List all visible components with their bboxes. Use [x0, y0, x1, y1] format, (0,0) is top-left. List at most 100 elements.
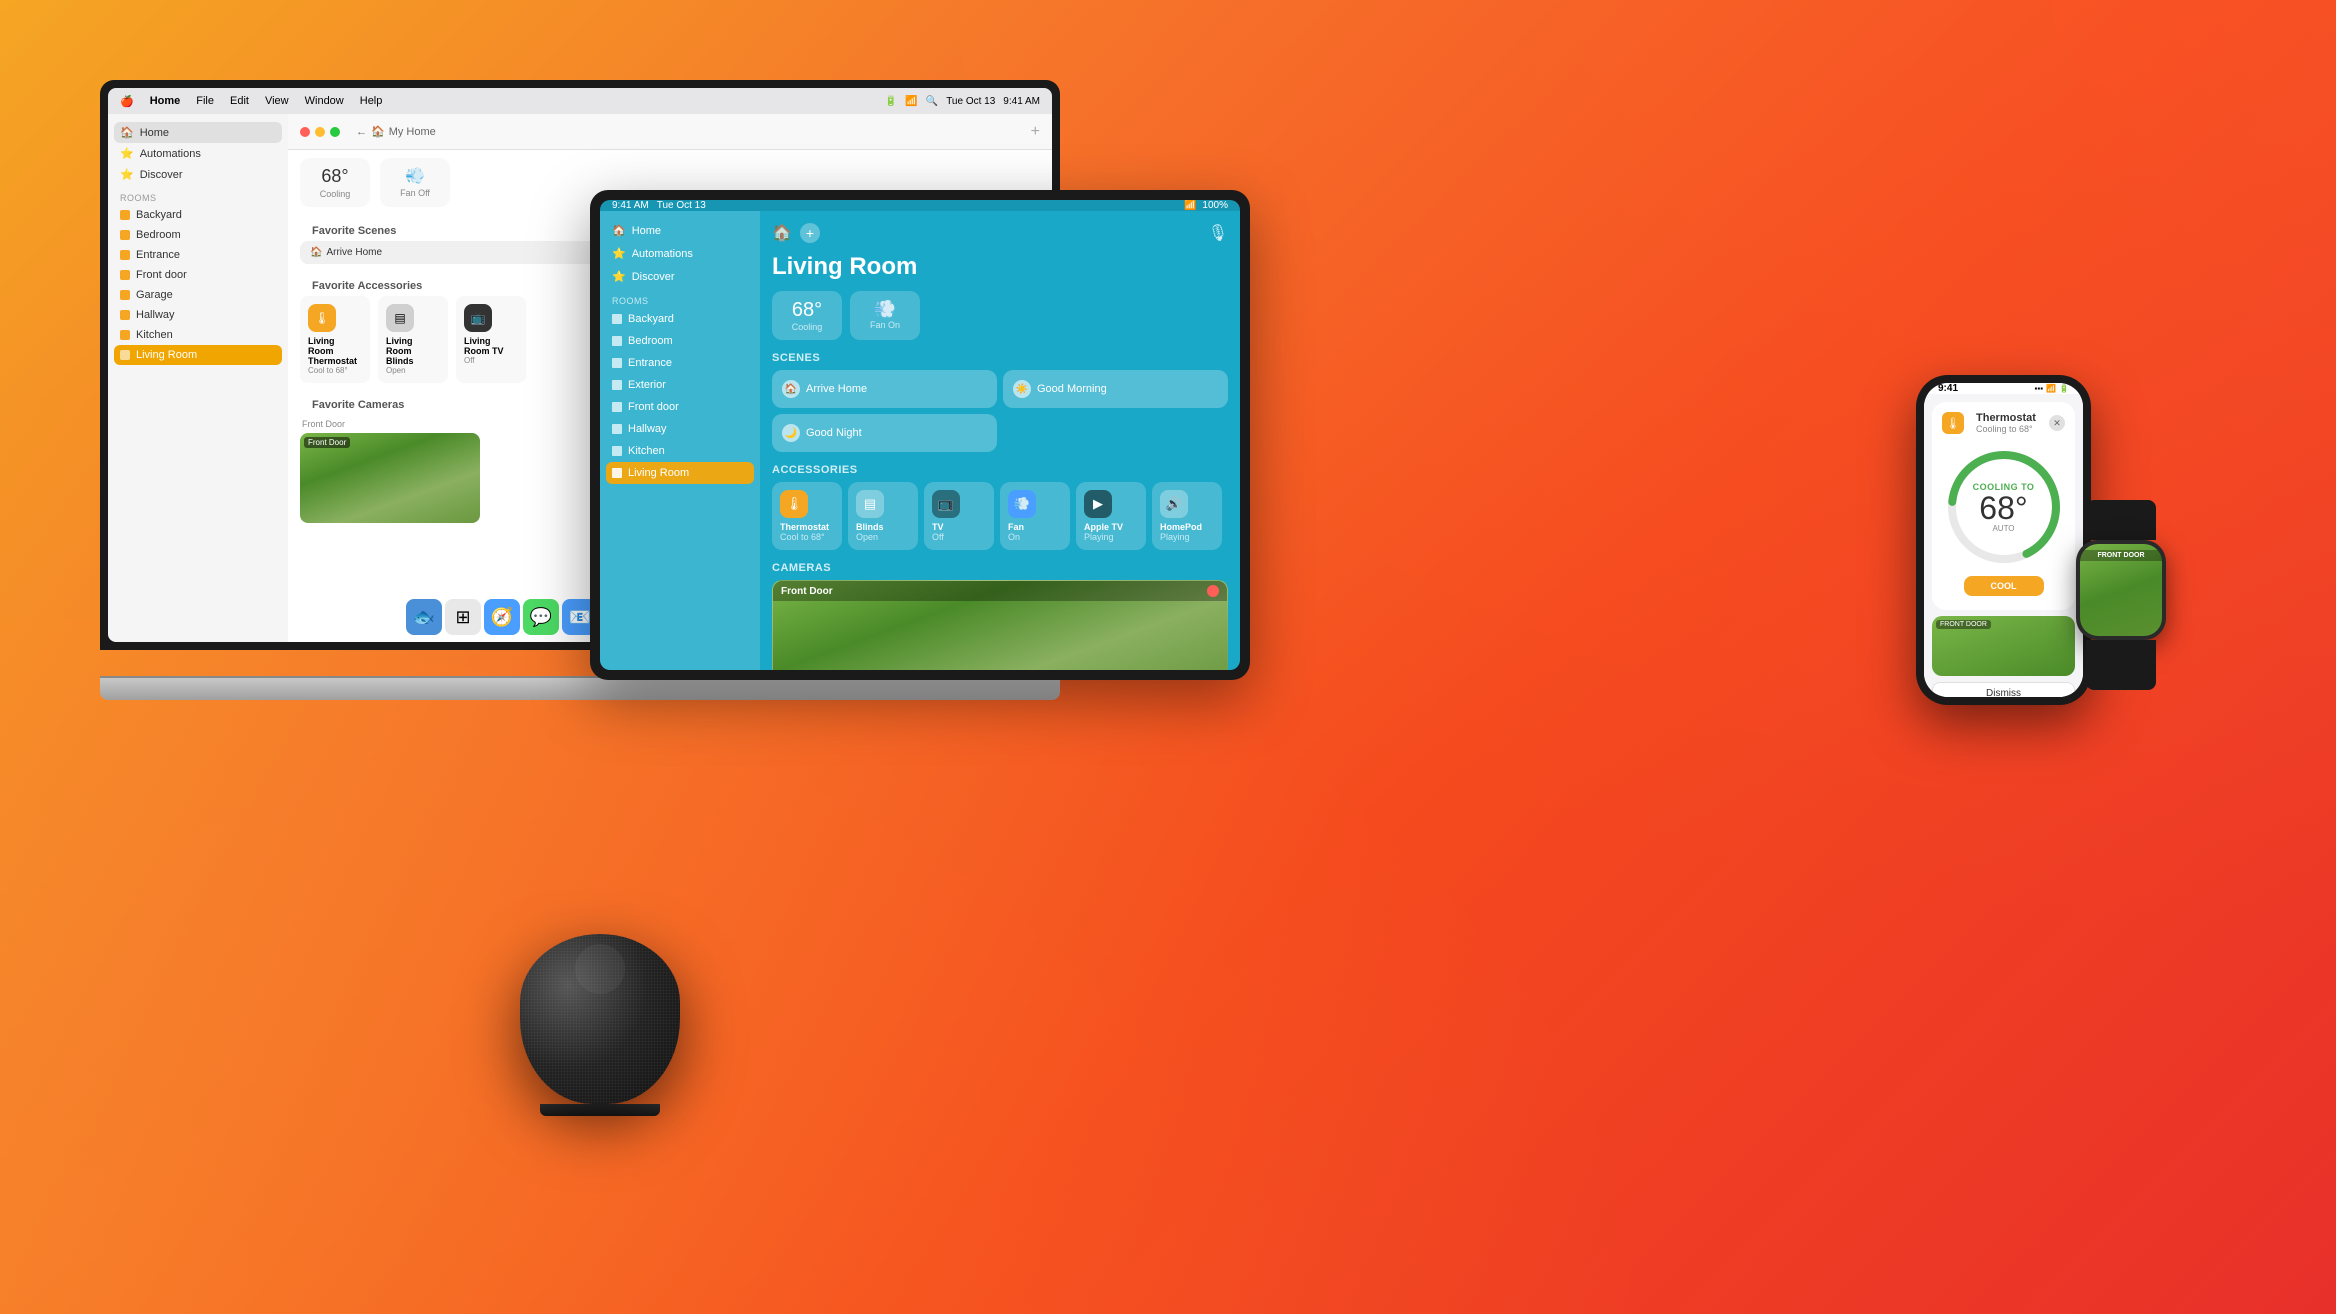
mac-menu-edit[interactable]: Edit: [230, 95, 249, 107]
arrive-home-icon: 🏠: [310, 247, 322, 258]
ipad-temperature: 68°: [784, 299, 830, 322]
ipad-room-livingroom[interactable]: Living Room: [606, 462, 754, 484]
ipad-room-icon-hallway: [612, 424, 622, 434]
sidebar-item-automations[interactable]: ⭐ Automations: [108, 143, 288, 164]
ipad-camera-header: Front Door: [773, 581, 1227, 601]
sidebar-item-discover[interactable]: ⭐ Discover: [108, 164, 288, 185]
mac-acc-thermostat[interactable]: 🌡 Living Room Thermostat Cool to 68°: [300, 296, 370, 383]
ipad-acc-blinds[interactable]: ▤ Blinds Open: [848, 482, 918, 550]
ipad-room-frontdoor[interactable]: Front door: [600, 396, 760, 418]
sidebar-room-livingroom[interactable]: Living Room: [114, 345, 282, 365]
mac-acc-blinds[interactable]: ▤ Living Room Blinds Open: [378, 296, 448, 383]
thermostat-icon: 🌡: [308, 304, 336, 332]
mac-menu-file[interactable]: File: [196, 95, 214, 107]
ipad-scene-good-night[interactable]: 🌙 Good Night: [772, 414, 997, 452]
sidebar-room-backyard[interactable]: Backyard: [108, 205, 288, 225]
mac-menu-view[interactable]: View: [265, 95, 289, 107]
sidebar-room-kitchen[interactable]: Kitchen: [108, 325, 288, 345]
mac-menu-window[interactable]: Window: [305, 95, 344, 107]
cool-button[interactable]: COOL: [1964, 576, 2044, 596]
discover-icon: ⭐: [120, 168, 134, 181]
mac-toolbar: ← 🏠 My Home +: [288, 114, 1052, 150]
ipad-acc-tv[interactable]: 📺 TV Off: [924, 482, 994, 550]
dock-launchpad[interactable]: ⊞: [445, 599, 481, 635]
thermostat-close-button[interactable]: ✕: [2049, 415, 2065, 431]
iphone-status-right: ▪▪▪ 📶 🔋: [2035, 384, 2069, 393]
ipad-room-icon-entrance: [612, 358, 622, 368]
traffic-lights: [300, 127, 340, 137]
dismiss-button[interactable]: Dismiss: [1932, 682, 2075, 697]
ipad-sidebar: 🏠 Home ⭐ Automations ⭐ Discover Rooms: [600, 211, 760, 670]
iphone-time: 9:41: [1938, 383, 1958, 394]
sidebar-room-hallway[interactable]: Hallway: [108, 305, 288, 325]
ipad-sidebar-discover[interactable]: ⭐ Discover: [600, 265, 760, 288]
ipad-room-icon-exterior: [612, 380, 622, 390]
ipad-scene-arrive-home[interactable]: 🏠 Arrive Home: [772, 370, 997, 408]
minimize-button[interactable]: [315, 127, 325, 137]
mac-wifi-icon: 📶: [905, 96, 917, 107]
mac-fan-label: Fan Off: [392, 188, 438, 198]
ipad-date: Tue Oct 13: [657, 200, 706, 211]
apple-watch: FRONT DOOR: [2066, 500, 2176, 700]
homepod-top: [575, 944, 625, 994]
sidebar-room-frontdoor[interactable]: Front door: [108, 265, 288, 285]
ipad-appletv-icon: ▶: [1084, 490, 1112, 518]
mac-app-name[interactable]: Home: [150, 95, 181, 107]
sidebar-room-garage[interactable]: Garage: [108, 285, 288, 305]
ipad-camera-close[interactable]: [1207, 585, 1219, 597]
room-icon-hallway: [120, 310, 130, 320]
ipad-time: 9:41 AM: [612, 200, 649, 211]
ipad-accessories-row: 🌡 Thermostat Cool to 68° ▤ Blinds Open 📺…: [772, 482, 1228, 550]
iphone-battery-icon: 🔋: [2059, 384, 2069, 393]
thermostat-card-subtitle: Cooling to 68°: [1976, 424, 2036, 434]
ipad-frame: 9:41 AM Tue Oct 13 📶 100% 🏠 Home ⭐: [590, 190, 1250, 680]
iphone: 9:41 ▪▪▪ 📶 🔋 🌡 Thermostat: [1916, 375, 2091, 705]
mac-menu-help[interactable]: Help: [360, 95, 383, 107]
ipad-acc-homepod[interactable]: 🔊 HomePod Playing: [1152, 482, 1222, 550]
dock-messages[interactable]: 💬: [523, 599, 559, 635]
mac-menubar: 🍎 Home File Edit View Window Help 🔋 📶 🔍 …: [108, 88, 1052, 114]
arrive-home-dot: 🏠: [782, 380, 800, 398]
ipad-room-kitchen[interactable]: Kitchen: [600, 440, 760, 462]
mac-search-icon[interactable]: 🔍: [926, 96, 938, 107]
room-icon-entrance: [120, 250, 130, 260]
thermostat-card: 🌡 Thermostat Cooling to 68° ✕: [1932, 402, 2075, 610]
sidebar-room-bedroom[interactable]: Bedroom: [108, 225, 288, 245]
ipad-room-hallway[interactable]: Hallway: [600, 418, 760, 440]
ipad-app-area: 🏠 Home ⭐ Automations ⭐ Discover Rooms: [600, 211, 1240, 670]
ipad-add-button[interactable]: +: [800, 223, 820, 243]
ipad-room-entrance[interactable]: Entrance: [600, 352, 760, 374]
ipad-room-backyard[interactable]: Backyard: [600, 308, 760, 330]
ipad-acc-fan[interactable]: 💨 Fan On: [1000, 482, 1070, 550]
ipad-screen: 9:41 AM Tue Oct 13 📶 100% 🏠 Home ⭐: [600, 200, 1240, 670]
sidebar-room-entrance[interactable]: Entrance: [108, 245, 288, 265]
ipad-scene-good-morning[interactable]: ☀️ Good Morning: [1003, 370, 1228, 408]
ipad-acc-appletv[interactable]: ▶ Apple TV Playing: [1076, 482, 1146, 550]
watch-band-top: [2086, 500, 2156, 540]
ipad-acc-thermostat[interactable]: 🌡 Thermostat Cool to 68°: [772, 482, 842, 550]
thermostat-header: 🌡 Thermostat Cooling to 68° ✕: [1942, 412, 2065, 434]
room-icon-livingroom: [120, 350, 130, 360]
dock-safari[interactable]: 🧭: [484, 599, 520, 635]
close-button[interactable]: [300, 127, 310, 137]
watch-screen: FRONT DOOR: [2080, 544, 2162, 636]
ipad-room-icon-bedroom: [612, 336, 622, 346]
dock-finder[interactable]: 🐟: [406, 599, 442, 635]
mac-acc-tv[interactable]: 📺 Living Room TV Off: [456, 296, 526, 383]
ipad-sidebar-home[interactable]: 🏠 Home: [600, 219, 760, 242]
ipad-room-bedroom[interactable]: Bedroom: [600, 330, 760, 352]
ipad-tv-icon: 📺: [932, 490, 960, 518]
ipad-mic-icon[interactable]: 🎙: [1208, 223, 1228, 243]
ipad-room-exterior[interactable]: Exterior: [600, 374, 760, 396]
thermostat-temp-display: COOLING TO 68° AUTO: [1973, 482, 2035, 533]
sidebar-item-home[interactable]: 🏠 Home: [114, 122, 282, 143]
maximize-button[interactable]: [330, 127, 340, 137]
ipad-sidebar-automations[interactable]: ⭐ Automations: [600, 242, 760, 265]
arrive-home-label: Arrive Home: [326, 247, 382, 258]
ipad-home-nav-icon: 🏠: [612, 224, 626, 237]
homepod-mini: [500, 934, 700, 1154]
mac-menu-right: 🔋 📶 🔍 Tue Oct 13 9:41 AM: [885, 96, 1040, 107]
add-button[interactable]: +: [1031, 123, 1040, 141]
watch-camera-feed: FRONT DOOR: [2080, 544, 2162, 636]
ipad-temp-card: 68° Cooling: [772, 291, 842, 340]
